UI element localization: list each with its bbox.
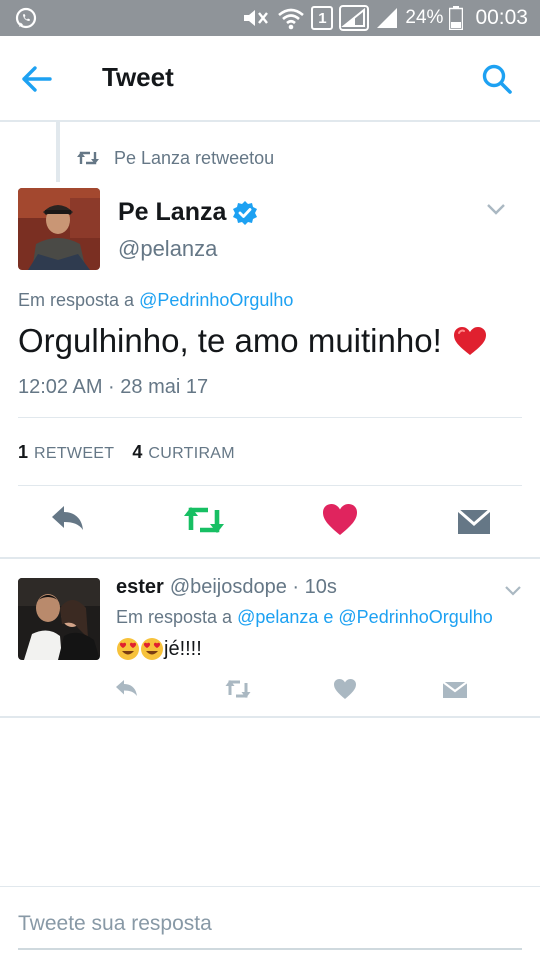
reply-context: Em resposta a @pelanza e @PedrinhoOrgulh… [116, 607, 493, 628]
verified-icon [233, 200, 258, 225]
retweets-count: 1 [18, 442, 29, 462]
reply-compose-input[interactable]: Tweete sua resposta [18, 912, 212, 936]
chevron-down-icon[interactable] [486, 202, 506, 216]
reply-prefix: Em resposta a [116, 607, 238, 627]
reply-icon[interactable] [114, 676, 140, 702]
message-icon[interactable] [442, 676, 468, 702]
tweet-timestamp: 12:02 AM · 28 mai 17 [18, 376, 209, 398]
search-icon[interactable] [480, 62, 514, 96]
compose-underline [18, 948, 522, 950]
retweet-button-icon[interactable] [182, 500, 226, 540]
author-handle[interactable]: @pelanza [118, 236, 217, 262]
retweet-context: Pe Lanza retweetou [76, 146, 274, 170]
retweets-label: RETWEET [34, 445, 115, 462]
whatsapp-icon [15, 7, 37, 29]
tweet-text: Orgulhinho, te amo muitinho! [18, 322, 488, 360]
section-divider [0, 557, 540, 559]
signal-icon-2 [377, 8, 398, 28]
reply-author-name[interactable]: ester [116, 576, 164, 599]
likes-stat[interactable]: 4 CURTIRAM [132, 442, 235, 463]
section-divider [0, 716, 540, 718]
retweet-thread-line [56, 122, 60, 182]
likes-label: CURTIRAM [148, 445, 235, 462]
reply-text: jé!!!! [116, 637, 202, 661]
reply-mention-link[interactable]: @PedrinhoOrgulho [139, 290, 293, 310]
reply-avatar[interactable] [18, 578, 100, 660]
compose-top-border [0, 886, 540, 887]
reply-text-content: jé!!!! [164, 637, 202, 660]
page-title: Tweet [102, 62, 174, 92]
avatar[interactable] [18, 188, 100, 270]
author-name[interactable]: Pe Lanza [118, 198, 258, 227]
like-icon[interactable] [332, 676, 358, 702]
reply-mention-link[interactable]: @pelanza [237, 607, 318, 627]
tweet-stats: 1 RETWEET 4 CURTIRAM [18, 442, 235, 463]
retweets-stat[interactable]: 1 RETWEET [18, 442, 114, 463]
retweet-icon[interactable] [224, 676, 252, 702]
status-bar: 1 24% 00:03 [0, 0, 540, 36]
heart-eyes-emoji [117, 638, 139, 660]
reply-context: Em resposta a @PedrinhoOrgulho [18, 290, 293, 311]
app-bar: Tweet [0, 36, 540, 122]
reply-header: ester @beijosdope · 10s [116, 576, 337, 599]
message-icon[interactable] [456, 500, 492, 540]
retweet-context-label: Pe Lanza retweetou [114, 147, 275, 168]
reply-author-meta: @beijosdope · 10s [169, 576, 337, 598]
divider [18, 485, 522, 486]
heart-eyes-emoji [141, 638, 163, 660]
tweet-text-content: Orgulhinho, te amo muitinho! [18, 322, 442, 359]
tweet-actions [0, 500, 540, 544]
battery-icon [449, 6, 464, 30]
reply-prefix: Em resposta a [18, 290, 140, 310]
mute-icon [244, 10, 269, 26]
retweet-icon [77, 151, 99, 165]
heart-emoji [453, 327, 486, 355]
battery-percent: 24% [405, 7, 444, 28]
reply-icon[interactable] [48, 500, 88, 540]
clock: 00:03 [475, 6, 528, 29]
reply-mention-link[interactable]: @PedrinhoOrgulho [338, 607, 492, 627]
author-name-text: Pe Lanza [118, 198, 227, 226]
wifi-icon [278, 8, 305, 30]
like-icon[interactable] [320, 500, 360, 540]
reply-actions [0, 676, 540, 704]
chevron-down-icon[interactable] [504, 585, 522, 597]
divider [18, 417, 522, 418]
sim-indicator: 1 [311, 6, 334, 30]
back-arrow-icon[interactable] [20, 62, 54, 96]
likes-count: 4 [132, 442, 143, 462]
reply-joiner: e [318, 607, 339, 627]
signal-icon [339, 5, 370, 31]
